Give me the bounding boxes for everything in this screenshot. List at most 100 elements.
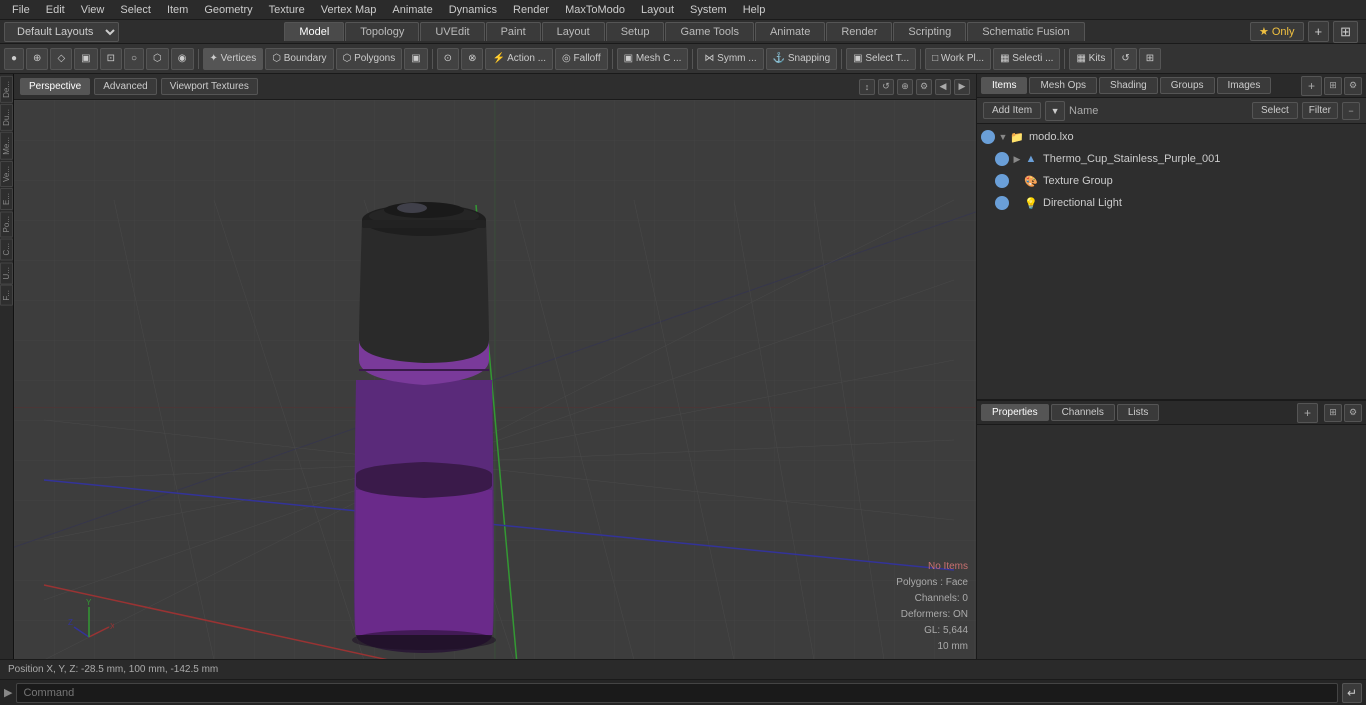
tree-item-mesh[interactable]: ▶ ▲ Thermo_Cup_Stainless_Purple_001 [977, 148, 1366, 170]
vertices-button[interactable]: ✦ Vertices [203, 48, 264, 70]
vtab-f[interactable]: F... [0, 285, 13, 306]
tab-images[interactable]: Images [1217, 77, 1272, 94]
boundary-button[interactable]: ⬡ Boundary [265, 48, 333, 70]
menu-view[interactable]: View [73, 2, 113, 18]
vp-tab-textures[interactable]: Viewport Textures [161, 78, 258, 95]
scene-tree[interactable]: ▼ 📁 modo.lxo ▶ ▲ Thermo_Cup_Stainless_Pu… [977, 124, 1366, 399]
kits-button[interactable]: ▦ Kits [1069, 48, 1112, 70]
vp-icon-next[interactable]: ▶ [954, 79, 970, 95]
tab-topology[interactable]: Topology [345, 22, 419, 41]
menu-layout[interactable]: Layout [633, 2, 682, 18]
tab-uvedit[interactable]: UVEdit [420, 22, 484, 41]
vtab-me[interactable]: Me... [0, 132, 13, 160]
vp-icon-rotate[interactable]: ↺ [878, 79, 894, 95]
vtab-e[interactable]: E... [0, 188, 13, 210]
tab-game-tools[interactable]: Game Tools [665, 22, 754, 41]
add-item-button[interactable]: Add Item [983, 102, 1041, 119]
menu-geometry[interactable]: Geometry [196, 2, 260, 18]
command-go-button[interactable]: ↵ [1342, 683, 1362, 703]
visibility-mesh[interactable] [995, 152, 1009, 166]
tool-dot[interactable]: ● [4, 48, 24, 70]
tree-item-root[interactable]: ▼ 📁 modo.lxo [977, 126, 1366, 148]
tab-scripting[interactable]: Scripting [893, 22, 966, 41]
select-mode-button[interactable]: ▣ [404, 48, 427, 70]
tool-hex[interactable]: ⬡ [146, 48, 169, 70]
action-button[interactable]: ⚡ Action ... [485, 48, 553, 70]
work-plane-button[interactable]: □ Work Pl... [925, 48, 991, 70]
mesh-c-button[interactable]: ▣ Mesh C ... [617, 48, 689, 70]
tab-setup[interactable]: Setup [606, 22, 665, 41]
visibility-texture[interactable] [995, 174, 1009, 188]
tab-animate[interactable]: Animate [755, 22, 825, 41]
layout-dropdown[interactable]: Default Layouts [4, 22, 119, 42]
tab-mesh-ops[interactable]: Mesh Ops [1029, 77, 1097, 94]
items-expand-button[interactable]: ⊞ [1324, 77, 1342, 95]
menu-system[interactable]: System [682, 2, 735, 18]
add-items-tab-button[interactable]: + [1301, 76, 1322, 96]
filter-button[interactable]: Filter [1302, 102, 1338, 119]
tab-shading[interactable]: Shading [1099, 77, 1158, 94]
tab-schematic[interactable]: Schematic Fusion [967, 22, 1084, 41]
vp-tab-perspective[interactable]: Perspective [20, 78, 90, 95]
vtab-du[interactable]: Du... [0, 104, 13, 131]
menu-maxtomodo[interactable]: MaxToModo [557, 2, 633, 18]
polygons-button[interactable]: ⬡ Polygons [336, 48, 403, 70]
tab-properties[interactable]: Properties [981, 404, 1049, 421]
snapping-button[interactable]: ⚓ Snapping [766, 48, 838, 70]
add-layout-button[interactable]: + [1308, 21, 1330, 42]
falloff-button[interactable]: ◎ Falloff [555, 48, 608, 70]
tool-crosshair[interactable]: ⊕ [26, 48, 48, 70]
expand-button[interactable]: ⊞ [1139, 48, 1161, 70]
tool-diamond[interactable]: ◇ [50, 48, 72, 70]
menu-dynamics[interactable]: Dynamics [441, 2, 505, 18]
undo-button[interactable]: ↺ [1114, 48, 1136, 70]
vis2-button[interactable]: ⊗ [461, 48, 483, 70]
vp-icon-prev[interactable]: ◀ [935, 79, 951, 95]
menu-animate[interactable]: Animate [384, 2, 440, 18]
prop-settings-button[interactable]: ⚙ [1344, 404, 1362, 422]
add-item-dropdown[interactable]: ▼ [1045, 101, 1065, 121]
select-button[interactable]: Select [1252, 102, 1298, 119]
vis1-button[interactable]: ⊙ [437, 48, 459, 70]
menu-texture[interactable]: Texture [261, 2, 313, 18]
visibility-light[interactable] [995, 196, 1009, 210]
tool-target[interactable]: ◉ [171, 48, 194, 70]
tab-layout[interactable]: Layout [542, 22, 605, 41]
tool-grid[interactable]: ⊡ [100, 48, 122, 70]
menu-vertex-map[interactable]: Vertex Map [313, 2, 385, 18]
layout-settings-button[interactable]: ⊞ [1333, 21, 1358, 43]
tool-square[interactable]: ▣ [74, 48, 97, 70]
symmetry-button[interactable]: ⋈ Symm ... [697, 48, 763, 70]
vp-icon-zoom[interactable]: ⊕ [897, 79, 913, 95]
vp-icon-settings[interactable]: ⚙ [916, 79, 932, 95]
menu-render[interactable]: Render [505, 2, 557, 18]
menu-file[interactable]: File [4, 2, 38, 18]
menu-help[interactable]: Help [735, 2, 774, 18]
add-prop-tab-button[interactable]: + [1297, 403, 1318, 423]
vtab-u[interactable]: U... [0, 262, 13, 284]
vp-icon-move[interactable]: ↕ [859, 79, 875, 95]
vp-tab-advanced[interactable]: Advanced [94, 78, 156, 95]
tab-items[interactable]: Items [981, 77, 1027, 94]
menu-edit[interactable]: Edit [38, 2, 73, 18]
prop-expand-button[interactable]: ⊞ [1324, 404, 1342, 422]
tab-paint[interactable]: Paint [486, 22, 541, 41]
vtab-po[interactable]: Po... [0, 211, 13, 237]
star-only-button[interactable]: ★ Only [1250, 22, 1304, 41]
selection-button[interactable]: ▦ Selecti ... [993, 48, 1060, 70]
tree-item-texture[interactable]: ▶ 🎨 Texture Group [977, 170, 1366, 192]
tab-lists[interactable]: Lists [1117, 404, 1160, 421]
tab-render[interactable]: Render [826, 22, 892, 41]
tree-item-light[interactable]: ▶ 💡 Directional Light [977, 192, 1366, 214]
command-input[interactable] [16, 683, 1338, 703]
vtab-ve[interactable]: Ve... [0, 161, 13, 187]
tool-circle[interactable]: ○ [124, 48, 144, 70]
tab-channels[interactable]: Channels [1051, 404, 1115, 421]
menu-select[interactable]: Select [112, 2, 159, 18]
tab-groups[interactable]: Groups [1160, 77, 1215, 94]
tab-model[interactable]: Model [284, 22, 344, 41]
vtab-c[interactable]: C... [0, 238, 13, 260]
viewport-canvas[interactable]: No Items Polygons : Face Channels: 0 Def… [14, 100, 976, 659]
items-settings-button[interactable]: ⚙ [1344, 77, 1362, 95]
select-t-button[interactable]: ▣ Select T... [846, 48, 916, 70]
